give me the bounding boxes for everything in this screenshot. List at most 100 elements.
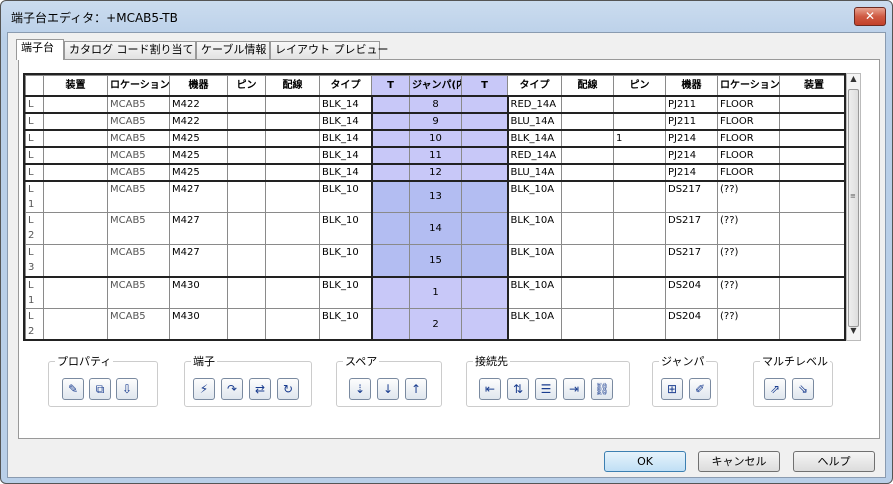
cell-rloc[interactable]: FLOOR xyxy=(717,95,780,114)
column-header[interactable]: ロケーション xyxy=(107,75,170,97)
table-row[interactable]: L 1 MCAB5 M427 BLK_10 13 BLK_10A DS217 (??) xyxy=(25,180,844,213)
table-row[interactable]: L 2 MCAB5 M430 BLK_10 2 BLK_10A DS204 (??) xyxy=(25,308,844,339)
insert-spare-icon[interactable]: ⇣ xyxy=(349,378,371,400)
jumper-edit-icon[interactable]: ✐ xyxy=(689,378,711,400)
empty-cell[interactable] xyxy=(43,276,108,309)
empty-cell[interactable] xyxy=(561,112,614,131)
empty-cell[interactable] xyxy=(779,112,844,131)
paste-properties-icon[interactable]: ⇩ xyxy=(116,378,138,400)
empty-cell[interactable] xyxy=(227,146,266,165)
cell-type[interactable]: BLK_14 xyxy=(319,146,373,165)
cell-rloc[interactable]: FLOOR xyxy=(717,129,780,148)
cell-rtype[interactable]: BLU_14A xyxy=(507,163,562,182)
cell-rdev[interactable]: PJ211 xyxy=(665,95,718,114)
cell-rtype[interactable]: RED_14A xyxy=(507,146,562,165)
column-header[interactable]: タイプ xyxy=(507,75,562,97)
cell-type[interactable]: BLK_14 xyxy=(319,95,373,114)
level-cell[interactable]: L xyxy=(25,129,44,148)
copy-properties-icon[interactable]: ⧉ xyxy=(89,378,111,400)
column-header[interactable]: 配線 xyxy=(561,75,614,97)
table-row[interactable]: L MCAB5 M425 BLK_14 12 BLU_14A PJ214 FLOOR xyxy=(25,163,844,182)
empty-cell[interactable] xyxy=(227,95,266,114)
cell-rloc[interactable]: (??) xyxy=(717,276,780,309)
cell-rpin[interactable] xyxy=(613,112,666,131)
cell-dev[interactable]: M422 xyxy=(169,112,228,131)
cell-rdev[interactable]: PJ211 xyxy=(665,112,718,131)
connection-up-icon[interactable]: ⇤ xyxy=(479,378,501,400)
tab-catalog-code[interactable]: カタログ コード割り当て xyxy=(64,41,196,59)
cell-jumper[interactable]: 11 xyxy=(409,146,462,165)
cell-dev[interactable]: M425 xyxy=(169,146,228,165)
cell-jumper[interactable]: 13 xyxy=(409,180,462,213)
cell-rpin[interactable] xyxy=(613,212,666,245)
empty-cell[interactable] xyxy=(561,308,614,339)
edit-terminal-icon[interactable]: ⚡ xyxy=(193,378,215,400)
empty-cell[interactable] xyxy=(461,129,509,148)
table-row[interactable]: L MCAB5 M422 BLK_14 8 RED_14A PJ211 FLOOR xyxy=(25,95,844,114)
cell-rpin[interactable] xyxy=(613,146,666,165)
cell-dev[interactable]: M430 xyxy=(169,308,228,339)
empty-cell[interactable] xyxy=(779,244,844,278)
cell-dev[interactable]: M425 xyxy=(169,129,228,148)
empty-cell[interactable] xyxy=(43,146,108,165)
cell-rtype[interactable]: BLK_10A xyxy=(507,276,562,309)
column-header[interactable]: 装置 xyxy=(779,75,844,97)
cell-rdev[interactable]: PJ214 xyxy=(665,163,718,182)
cell-rloc[interactable]: (??) xyxy=(717,308,780,339)
empty-cell[interactable] xyxy=(461,146,509,165)
empty-cell[interactable] xyxy=(561,163,614,182)
cell-rtype[interactable]: BLK_10A xyxy=(507,308,562,339)
cell-type[interactable]: BLK_10 xyxy=(319,308,373,339)
vertical-scrollbar[interactable]: ▲ ≡ ▼ xyxy=(846,73,861,341)
empty-cell[interactable] xyxy=(779,163,844,182)
empty-cell[interactable] xyxy=(227,244,266,278)
help-button[interactable]: ヘルプ xyxy=(793,451,875,472)
empty-cell[interactable] xyxy=(561,180,614,213)
column-header[interactable]: 機器 xyxy=(665,75,718,97)
cell-rdev[interactable]: DS217 xyxy=(665,180,718,213)
table-row[interactable]: L MCAB5 M422 BLK_14 9 BLU_14A PJ211 FLOOR xyxy=(25,112,844,131)
empty-cell[interactable] xyxy=(561,244,614,278)
level-cell[interactable]: L xyxy=(25,112,44,131)
empty-cell[interactable] xyxy=(266,341,320,342)
empty-cell[interactable] xyxy=(227,129,266,148)
empty-cell[interactable] xyxy=(462,341,508,342)
empty-cell[interactable] xyxy=(561,129,614,148)
empty-cell[interactable] xyxy=(562,341,614,342)
cell-type[interactable]: BLK_10 xyxy=(319,180,373,213)
cell-loc[interactable]: MCAB5 xyxy=(107,212,170,245)
empty-cell[interactable] xyxy=(265,129,320,148)
reassign-terminal-icon[interactable]: ↻ xyxy=(277,378,299,400)
empty-cell[interactable] xyxy=(371,180,410,213)
cell-type[interactable]: BLK_14 xyxy=(319,163,373,182)
rotate-terminal-icon[interactable]: ↷ xyxy=(221,378,243,400)
column-header[interactable]: ジャンパ(内部) xyxy=(409,75,462,97)
empty-cell[interactable] xyxy=(371,308,410,339)
cell-type[interactable]: BLK_14 xyxy=(319,129,373,148)
cell-loc[interactable]: MCAB5 xyxy=(107,95,170,114)
cell-jumper[interactable]: 1 xyxy=(409,276,462,309)
column-header[interactable]: タイプ xyxy=(319,75,372,97)
move-terminal-icon[interactable]: ⇄ xyxy=(249,378,271,400)
column-header[interactable]: ロケーション xyxy=(717,75,780,97)
cell-rpin[interactable] xyxy=(613,308,666,339)
cell-rpin[interactable] xyxy=(613,95,666,114)
cell-type[interactable]: BLK_10 xyxy=(320,341,372,342)
connection-link-icon[interactable]: ⛓ xyxy=(591,378,613,400)
level-cell[interactable]: L3 xyxy=(25,244,44,278)
empty-cell[interactable] xyxy=(43,163,108,182)
cell-rpin[interactable] xyxy=(613,244,666,278)
empty-cell[interactable] xyxy=(371,146,410,165)
empty-cell[interactable] xyxy=(561,276,614,309)
cell-dev[interactable]: M427 xyxy=(169,212,228,245)
empty-cell[interactable] xyxy=(779,95,844,114)
cell-rtype[interactable]: RED_14A xyxy=(507,95,562,114)
empty-cell[interactable] xyxy=(44,341,108,342)
empty-cell[interactable] xyxy=(43,308,108,339)
empty-cell[interactable] xyxy=(43,244,108,278)
edit-properties-icon[interactable]: ✎ xyxy=(62,378,84,400)
cell-rdev[interactable]: DS217 xyxy=(665,244,718,278)
column-header[interactable]: 装置 xyxy=(43,75,108,97)
empty-cell[interactable] xyxy=(43,129,108,148)
cell-rloc[interactable]: FLOOR xyxy=(717,146,780,165)
